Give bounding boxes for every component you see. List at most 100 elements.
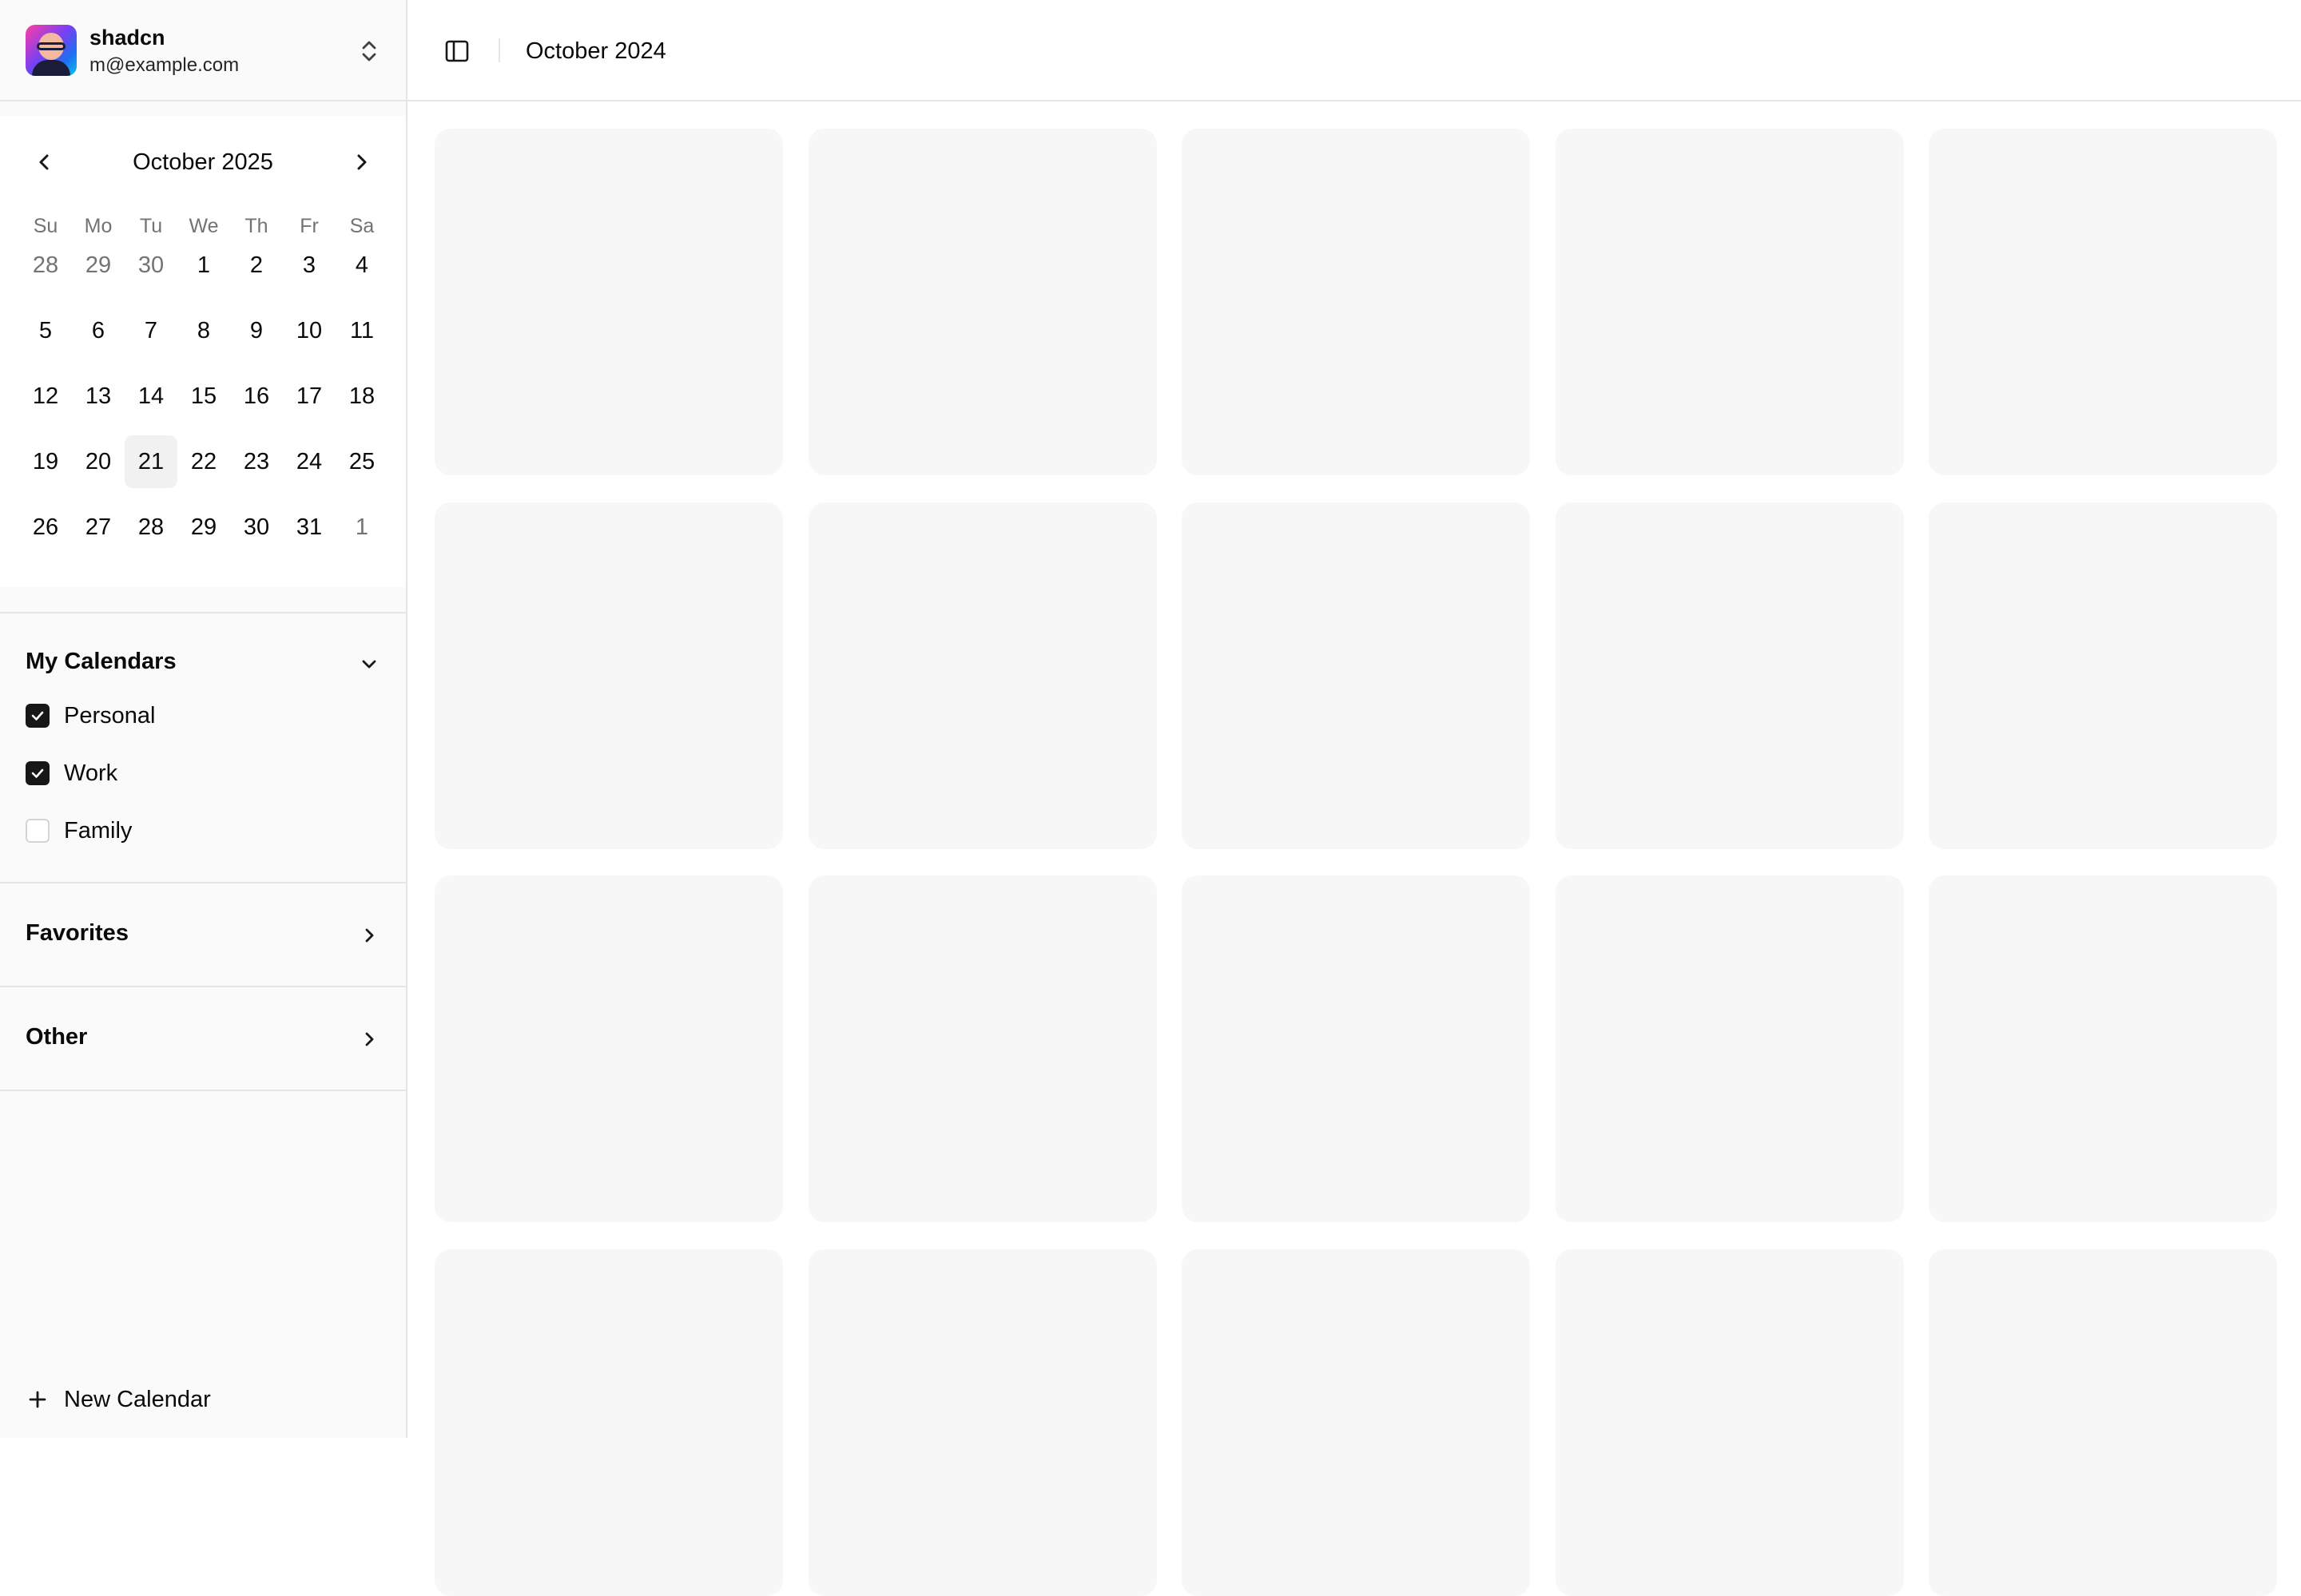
day-cell[interactable]: 7	[125, 304, 177, 357]
skeleton-card	[1929, 1249, 2277, 1596]
divider	[0, 1090, 406, 1091]
skeleton-card	[809, 129, 1157, 475]
weekday-label: Mo	[84, 215, 113, 237]
day-cell[interactable]: 26	[19, 501, 72, 554]
day-cell[interactable]: 12	[19, 370, 72, 423]
skeleton-card	[809, 1249, 1157, 1596]
user-switcher[interactable]: shadcn m@example.com	[0, 0, 406, 101]
chevron-right-icon[interactable]	[358, 924, 380, 947]
day-cell[interactable]: 5	[19, 304, 72, 357]
chevron-right-icon[interactable]	[358, 1028, 380, 1050]
divider	[0, 612, 406, 613]
skeleton-card	[435, 1249, 783, 1596]
calendar-item-label: Family	[64, 817, 133, 844]
day-cell[interactable]: 31	[283, 501, 336, 554]
skeleton-card	[1182, 875, 1530, 1222]
day-cell[interactable]: 3	[283, 239, 336, 292]
mini-calendar-title: October 2025	[133, 149, 273, 175]
day-cell[interactable]: 30	[125, 239, 177, 292]
calendar-item-work[interactable]: Work	[26, 757, 117, 789]
family-checkbox[interactable]	[26, 819, 50, 843]
skeleton-card	[1556, 875, 1904, 1222]
day-cell[interactable]: 11	[336, 304, 388, 357]
check-icon	[31, 768, 44, 778]
new-calendar-button[interactable]: New Calendar	[26, 1384, 211, 1415]
top-bar: October 2024	[407, 0, 2301, 101]
day-cell[interactable]: 28	[125, 501, 177, 554]
day-cell[interactable]: 10	[283, 304, 336, 357]
day-cell[interactable]: 25	[336, 435, 388, 488]
skeleton-card	[1182, 502, 1530, 849]
calendar-item-family[interactable]: Family	[26, 815, 132, 847]
day-cell[interactable]: 20	[72, 435, 125, 488]
day-cell[interactable]: 14	[125, 370, 177, 423]
day-cell[interactable]: 22	[177, 435, 230, 488]
skeleton-card	[435, 502, 783, 849]
day-cell[interactable]: 9	[230, 304, 283, 357]
day-cell[interactable]: 29	[177, 501, 230, 554]
sidebar: shadcn m@example.com October 2025 Su Mo …	[0, 0, 407, 1438]
calendar-item-personal[interactable]: Personal	[26, 700, 155, 732]
day-cell-today[interactable]: 21	[125, 435, 177, 488]
weekday-label: We	[189, 215, 219, 237]
weekday-label: Fr	[300, 215, 319, 237]
check-icon	[31, 711, 44, 721]
previous-month-button[interactable]	[29, 146, 61, 178]
skeleton-card	[1556, 1249, 1904, 1596]
skeleton-card	[1929, 875, 2277, 1222]
avatar	[26, 25, 77, 76]
day-cell[interactable]: 28	[19, 239, 72, 292]
calendar-item-label: Work	[64, 760, 118, 786]
calendar-item-label: Personal	[64, 702, 156, 729]
day-cell[interactable]: 15	[177, 370, 230, 423]
weekday-label: Sa	[349, 215, 375, 237]
day-grid: 28 29 30 1 2 3 4 5 6 7 8 9 10 11 12 13 14 15 16 17 18 19 20 21 2…	[19, 239, 388, 566]
skeleton-card	[809, 502, 1157, 849]
day-cell[interactable]: 18	[336, 370, 388, 423]
plus-icon	[29, 1391, 46, 1408]
day-cell[interactable]: 17	[283, 370, 336, 423]
day-cell[interactable]: 23	[230, 435, 283, 488]
personal-checkbox[interactable]	[26, 704, 50, 728]
sidebar-toggle-button[interactable]	[441, 35, 473, 67]
chevron-down-icon[interactable]	[358, 653, 380, 676]
divider	[0, 986, 406, 987]
user-name: shadcn	[89, 26, 165, 50]
new-calendar-label: New Calendar	[64, 1386, 211, 1412]
day-cell[interactable]: 27	[72, 501, 125, 554]
day-cell[interactable]: 2	[230, 239, 283, 292]
other-toggle[interactable]: Other	[26, 1024, 87, 1050]
day-cell[interactable]: 13	[72, 370, 125, 423]
my-calendars-toggle[interactable]: My Calendars	[26, 649, 177, 675]
user-email: m@example.com	[89, 54, 240, 76]
page-title: October 2024	[526, 38, 666, 64]
day-cell[interactable]: 8	[177, 304, 230, 357]
day-cell[interactable]: 29	[72, 239, 125, 292]
skeleton-card	[1929, 502, 2277, 849]
next-month-button[interactable]	[345, 146, 377, 178]
skeleton-card	[1929, 129, 2277, 475]
day-cell[interactable]: 16	[230, 370, 283, 423]
weekday-label: Th	[244, 215, 268, 237]
favorites-toggle[interactable]: Favorites	[26, 920, 129, 947]
divider	[499, 38, 500, 62]
day-cell[interactable]: 19	[19, 435, 72, 488]
day-cell[interactable]: 1	[177, 239, 230, 292]
day-cell[interactable]: 1	[336, 501, 388, 554]
day-cell[interactable]: 30	[230, 501, 283, 554]
divider	[0, 882, 406, 883]
day-cell[interactable]: 24	[283, 435, 336, 488]
day-cell[interactable]: 6	[72, 304, 125, 357]
weekday-label: Su	[33, 215, 58, 237]
skeleton-card	[1556, 129, 1904, 475]
skeleton-card	[1556, 502, 1904, 849]
work-checkbox[interactable]	[26, 761, 50, 785]
skeleton-card	[809, 875, 1157, 1222]
skeleton-card	[435, 875, 783, 1222]
skeleton-card	[435, 129, 783, 475]
weekday-label: Tu	[139, 215, 163, 237]
mini-calendar: October 2025 Su Mo Tu We Th Fr Sa 28 29 30…	[0, 116, 406, 587]
weekday-header: Su Mo Tu We Th Fr Sa	[19, 212, 388, 240]
day-cell[interactable]: 4	[336, 239, 388, 292]
skeleton-card	[1182, 1249, 1530, 1596]
